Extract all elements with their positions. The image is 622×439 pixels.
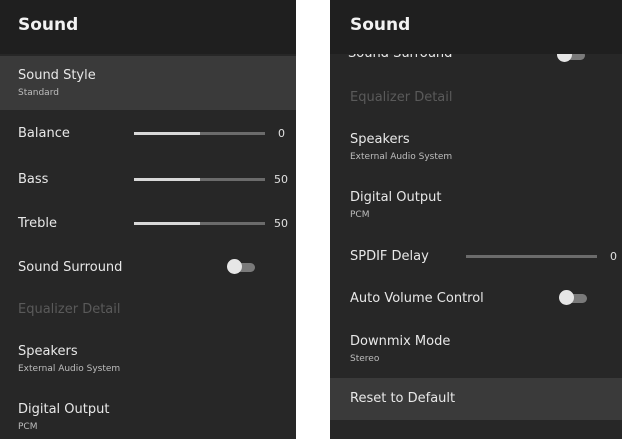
spdif-delay-slider[interactable] (466, 255, 597, 258)
panel-header: Sound (330, 0, 622, 54)
speakers-label: Speakers (350, 132, 410, 147)
downmix-mode-item[interactable]: Downmix Mode Stereo (330, 330, 622, 372)
reset-to-default-label: Reset to Default (350, 391, 456, 406)
digital-output-item[interactable]: Digital Output PCM (0, 398, 296, 439)
digital-output-value: PCM (18, 422, 38, 432)
speakers-value: External Audio System (350, 152, 453, 162)
balance-value: 0 (278, 127, 285, 140)
speakers-label: Speakers (18, 344, 78, 359)
treble-slider[interactable] (134, 222, 265, 225)
speakers-item[interactable]: Speakers External Audio System (330, 128, 622, 170)
balance-label: Balance (18, 126, 70, 141)
sound-style-value: Standard (18, 88, 59, 98)
speakers-item[interactable]: Speakers External Audio System (0, 340, 296, 382)
speakers-value: External Audio System (18, 364, 121, 374)
equalizer-detail-item: Equalizer Detail (0, 298, 296, 322)
treble-label: Treble (18, 216, 57, 231)
treble-item[interactable]: Treble 50 (0, 212, 296, 236)
sound-settings-panel-left: Sound Sound Style Standard Balance 0 Bas… (0, 0, 296, 439)
sound-style-label: Sound Style (18, 68, 96, 83)
downmix-mode-label: Downmix Mode (350, 334, 451, 349)
digital-output-item[interactable]: Digital Output PCM (330, 186, 622, 228)
equalizer-detail-label: Equalizer Detail (350, 90, 453, 105)
bass-label: Bass (18, 172, 49, 187)
bass-value: 50 (274, 173, 288, 186)
treble-value: 50 (274, 217, 288, 230)
equalizer-detail-label: Equalizer Detail (18, 302, 121, 317)
toggle-knob (227, 259, 242, 274)
treble-slider-fill (134, 222, 200, 225)
bass-slider[interactable] (134, 178, 265, 181)
panel-title: Sound (350, 15, 411, 35)
digital-output-label: Digital Output (350, 190, 442, 205)
sound-style-item[interactable]: Sound Style Standard (0, 56, 296, 110)
balance-slider-fill (134, 132, 200, 135)
spdif-delay-value: 0 (610, 250, 617, 263)
spdif-delay-label: SPDIF Delay (350, 249, 429, 264)
spdif-delay-item[interactable]: SPDIF Delay 0 (330, 245, 622, 269)
digital-output-label: Digital Output (18, 402, 110, 417)
auto-volume-control-label: Auto Volume Control (350, 291, 484, 306)
equalizer-detail-item: Equalizer Detail (330, 86, 622, 110)
panel-header: Sound (0, 0, 296, 54)
balance-slider[interactable] (134, 132, 265, 135)
reset-to-default-item[interactable]: Reset to Default (330, 378, 622, 420)
bass-slider-fill (134, 178, 200, 181)
sound-surround-toggle[interactable] (227, 259, 257, 274)
auto-volume-control-toggle[interactable] (559, 290, 589, 305)
balance-item[interactable]: Balance 0 (0, 122, 296, 146)
sound-settings-panel-right: Sound Surround Sound Equalizer Detail Sp… (330, 0, 622, 439)
toggle-knob (559, 290, 574, 305)
downmix-mode-value: Stereo (350, 354, 380, 364)
panel-title: Sound (18, 15, 79, 35)
sound-surround-label: Sound Surround (18, 260, 123, 275)
auto-volume-control-item[interactable]: Auto Volume Control (330, 287, 622, 311)
digital-output-value: PCM (350, 210, 370, 220)
sound-surround-item[interactable]: Sound Surround (0, 256, 296, 280)
bass-item[interactable]: Bass 50 (0, 168, 296, 192)
